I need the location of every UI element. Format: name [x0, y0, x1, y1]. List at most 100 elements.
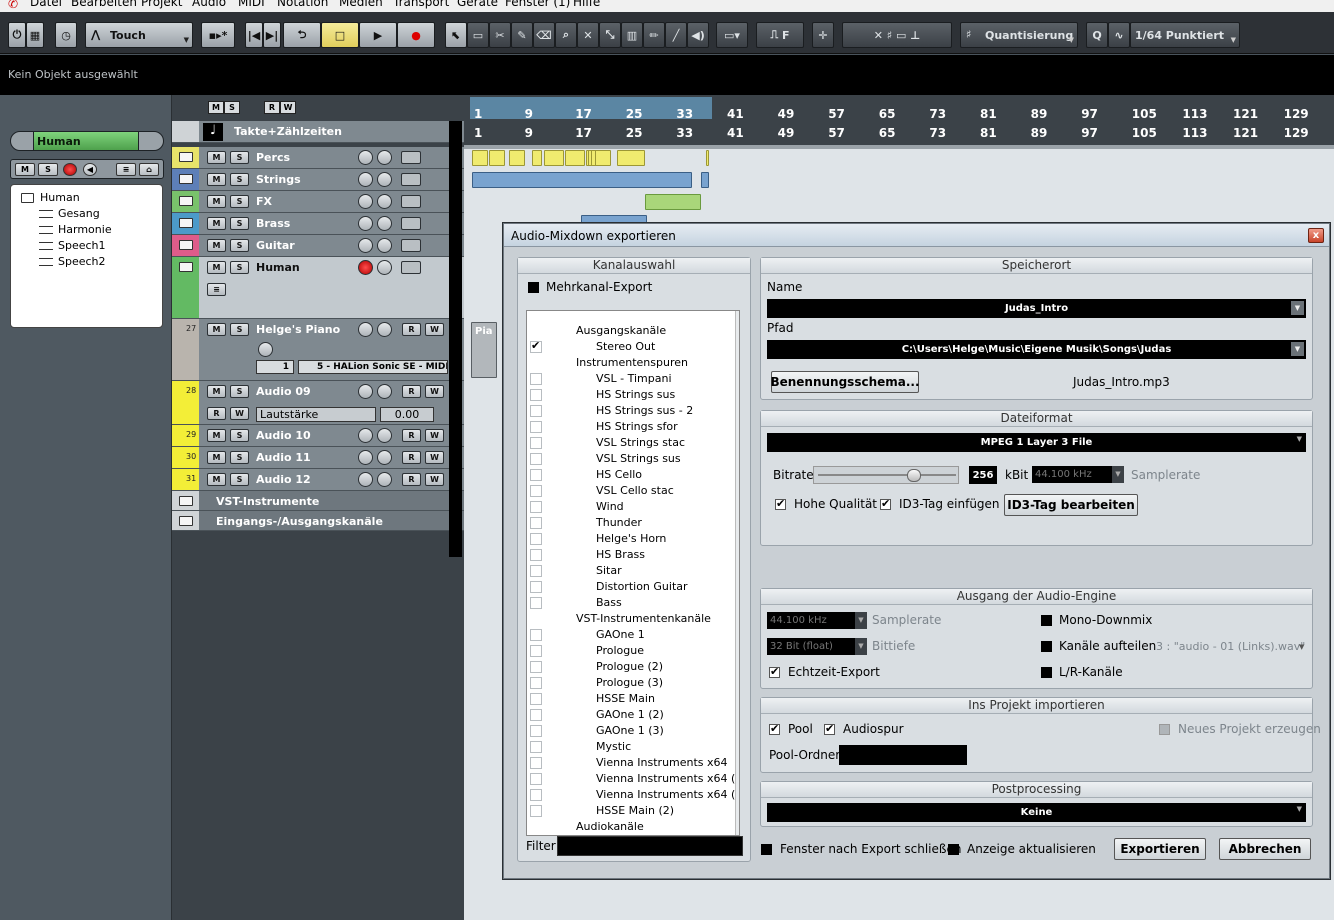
quantize-value-select[interactable]: 1/64 Punktiert ▼	[1130, 22, 1240, 48]
comp-tool-icon[interactable]: ⤡	[599, 22, 621, 48]
pool-checkbox[interactable]	[769, 722, 780, 735]
monitor-button[interactable]	[377, 472, 392, 487]
split-channels-checkbox[interactable]	[1041, 641, 1052, 652]
lock-button[interactable]: ⌂	[139, 163, 159, 176]
monitor-button[interactable]	[377, 194, 392, 209]
menu-transport[interactable]: Transport	[393, 0, 449, 9]
channel-list-item[interactable]: Helge's Horn	[527, 531, 739, 547]
folder-icon[interactable]	[179, 516, 193, 526]
channel-checkbox[interactable]	[530, 677, 542, 689]
automation-value-field[interactable]: 0.00	[380, 407, 434, 422]
object-selection-tool-icon[interactable]: ⬉	[445, 22, 467, 48]
stop-button[interactable]: □	[321, 22, 359, 48]
channel-checkbox[interactable]	[530, 773, 542, 785]
realtime-export-checkbox[interactable]	[769, 665, 780, 678]
track-row[interactable]: M S Human ≡	[172, 257, 464, 319]
channel-checkbox[interactable]	[530, 421, 542, 433]
channel-checkbox[interactable]	[530, 661, 542, 673]
write-automation-button[interactable]: W	[425, 385, 444, 398]
folder-icon[interactable]	[179, 240, 193, 250]
timeline-ruler[interactable]: 1 1 9 9 17 17 25 25 33 33 41 41 49 49 57 57 65 65 73 73 81 81…	[464, 95, 1334, 145]
mute-button[interactable]: M	[207, 217, 226, 230]
path-field[interactable]: C:\Users\Helge\Music\Eigene Musik\Songs\…	[767, 340, 1306, 359]
automation-mode-select[interactable]: ⋀ Touch ▼	[85, 22, 193, 48]
read-automation-button[interactable]: R	[402, 451, 421, 464]
record-enable-button[interactable]	[358, 260, 373, 275]
channel-checkbox[interactable]	[530, 805, 542, 817]
channel-list-scrollbar[interactable]	[735, 311, 739, 835]
track-row[interactable]: Eingangs-/Ausgangskanäle	[172, 511, 464, 531]
folder-icon[interactable]	[179, 262, 193, 272]
solo-button[interactable]: S	[230, 195, 249, 208]
folder-child-item[interactable]: Speech2	[39, 255, 106, 268]
channel-checkbox[interactable]	[530, 565, 542, 577]
engine-samplerate-select[interactable]: 44.100 kHz ▼	[767, 612, 867, 629]
high-quality-checkbox[interactable]	[775, 497, 786, 510]
split-tool-icon[interactable]: ✂	[489, 22, 511, 48]
automation-parameter-select[interactable]: Lautstärke	[256, 407, 376, 422]
global-solo-button[interactable]: S	[224, 101, 240, 114]
mute-button[interactable]: M	[15, 163, 35, 176]
folder-edit-button[interactable]: ≡	[207, 283, 226, 296]
monitor-button[interactable]	[377, 216, 392, 231]
dropdown-arrow-icon[interactable]: ▼	[1291, 342, 1304, 356]
cubase-logo-icon[interactable]: ✆	[8, 0, 22, 11]
global-write-button[interactable]: W	[280, 101, 296, 114]
channel-list-item[interactable]: GAOne 1 (3)	[527, 723, 739, 739]
track-row[interactable]: 28 M S Audio 09 R W R W Lautstärke 0.00	[172, 381, 464, 425]
zoom-tool-icon[interactable]: ⌕	[555, 22, 577, 48]
lock-icon[interactable]	[401, 151, 421, 164]
channel-list-item[interactable]: Vienna Instruments x64	[527, 755, 739, 771]
record-enable-button[interactable]	[358, 322, 373, 337]
multichannel-export-checkbox[interactable]	[528, 282, 539, 293]
draw-tool-icon[interactable]: ✏	[643, 22, 665, 48]
split-channels-value[interactable]: 3 : "audio - 01 (Links).wav"	[1156, 640, 1305, 653]
record-enable-button[interactable]	[358, 428, 373, 443]
channel-checkbox[interactable]	[530, 597, 542, 609]
channel-list-item[interactable]: Mystic	[527, 739, 739, 755]
window-layout-icon[interactable]: ▦	[26, 22, 44, 48]
constrain-delay-icon[interactable]: ◷	[55, 22, 77, 48]
channel-list-item[interactable]: HS Brass	[527, 547, 739, 563]
audio-part[interactable]	[645, 194, 701, 210]
track-row[interactable]: M S Strings	[172, 169, 464, 191]
channel-list-item[interactable]: Bass	[527, 595, 739, 611]
record-enable-button[interactable]	[358, 472, 373, 487]
folder-child-item[interactable]: Gesang	[39, 207, 100, 220]
ruler-track[interactable]: ♩ Takte+Zählzeiten	[172, 121, 464, 143]
channel-list-item[interactable]: VSL Cello stac	[527, 483, 739, 499]
monitor-button[interactable]: ◀	[83, 163, 97, 176]
read-automation-button[interactable]: R	[402, 385, 421, 398]
solo-button[interactable]: S	[38, 163, 58, 176]
channel-checkbox[interactable]	[530, 339, 542, 353]
channel-list-item[interactable]: Sitar	[527, 563, 739, 579]
channel-list-item[interactable]: Vienna Instruments x64 (2)	[527, 771, 739, 787]
lr-channels-checkbox[interactable]	[1041, 667, 1052, 678]
audio-part[interactable]	[489, 150, 505, 166]
monitor-button[interactable]	[377, 384, 392, 399]
channel-list-item[interactable]: Stereo Out	[527, 339, 739, 355]
piano-midi-part[interactable]: Pia	[471, 322, 497, 378]
channel-list-item[interactable]: HS Strings sfor	[527, 419, 739, 435]
channel-checkbox[interactable]	[530, 549, 542, 561]
mute-button[interactable]: M	[207, 429, 226, 442]
folder-icon[interactable]	[179, 174, 193, 184]
write-automation-button[interactable]: W	[230, 407, 249, 420]
menu-medien[interactable]: Medien	[339, 0, 383, 9]
solo-button[interactable]: S	[230, 151, 249, 164]
channel-list-item[interactable]: Thunder	[527, 515, 739, 531]
human-part[interactable]	[581, 215, 647, 223]
channel-checkbox[interactable]	[530, 373, 542, 385]
monitor-button[interactable]	[377, 238, 392, 253]
dropdown-arrow-icon[interactable]: ▼	[1291, 301, 1304, 315]
edit-instrument-icon[interactable]	[258, 342, 273, 357]
menu-notation[interactable]: Notation	[277, 0, 328, 9]
channel-checkbox[interactable]	[530, 517, 542, 529]
channel-checkbox[interactable]	[530, 453, 542, 465]
record-enable-button[interactable]	[358, 150, 373, 165]
record-enable-button[interactable]	[358, 216, 373, 231]
track-row[interactable]: M S FX	[172, 191, 464, 213]
record-enable-button[interactable]	[63, 163, 77, 176]
lock-icon[interactable]	[401, 173, 421, 186]
channel-list-item[interactable]: VSL - Timpani	[527, 371, 739, 387]
